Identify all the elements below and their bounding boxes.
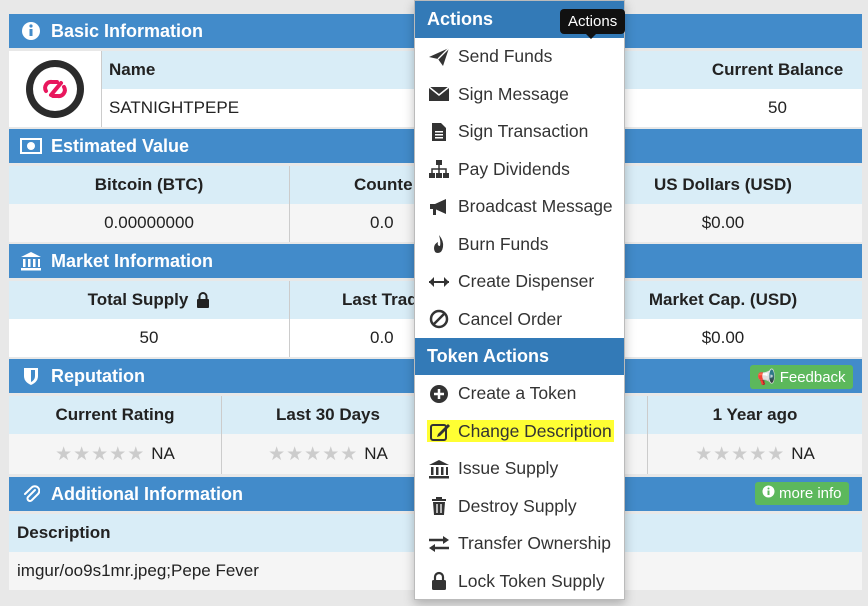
exchange-icon <box>427 533 451 555</box>
actions-dropdown-menu: Actions Send Funds Sign Message Sign Tra… <box>414 0 625 600</box>
token-actions-menu-header: Token Actions <box>415 338 624 375</box>
menu-item-label: Pay Dividends <box>458 158 570 179</box>
last30-value: NA <box>364 444 388 463</box>
menu-item-label: Create a Token <box>458 383 577 404</box>
bank-icon <box>19 249 43 273</box>
trash-icon <box>427 495 451 517</box>
edit-icon <box>429 420 453 442</box>
rating-stars: ★★★★★ <box>55 443 146 465</box>
basic-info-title: Basic Information <box>51 20 204 41</box>
paperclip-icon <box>19 482 43 506</box>
menu-item-label: Create Dispenser <box>458 271 595 292</box>
menu-item-label: Transfer Ownership <box>458 533 612 554</box>
menu-item-burn-funds[interactable]: Burn Funds <box>415 226 624 264</box>
year-ago-label: 1 Year ago <box>648 396 862 434</box>
lock-icon <box>196 292 210 308</box>
menu-item-sign-message[interactable]: Sign Message <box>415 76 624 114</box>
menu-item-send-funds[interactable]: Send Funds <box>415 38 624 76</box>
actions-tooltip: Actions <box>560 9 626 39</box>
arrows-horizontal-icon <box>427 271 451 293</box>
menu-item-label: Lock Token Supply <box>458 570 605 591</box>
menu-item-label: Send Funds <box>458 46 553 67</box>
year-ago-value: NA <box>791 444 815 463</box>
feedback-label: Feedback <box>779 368 846 386</box>
menu-item-label: Sign Message <box>458 83 569 104</box>
sitemap-icon <box>427 158 451 180</box>
rating-stars: ★★★★★ <box>268 443 359 465</box>
total-supply-label: Total Supply <box>87 290 189 309</box>
menu-item-create-dispenser[interactable]: Create Dispenser <box>415 263 624 301</box>
money-icon <box>19 134 43 158</box>
menu-item-label: Broadcast Message <box>458 196 613 217</box>
rating-stars: ★★★★★ <box>695 443 786 465</box>
menu-item-cancel-order[interactable]: Cancel Order <box>415 301 624 339</box>
envelope-icon <box>427 83 451 105</box>
menu-item-destroy-supply[interactable]: Destroy Supply <box>415 488 624 526</box>
info-circle-icon <box>762 485 775 502</box>
document-icon <box>427 121 451 143</box>
feedback-button[interactable]: 📢 Feedback <box>750 365 853 389</box>
menu-item-label: Change Description <box>458 420 612 441</box>
current-rating-cell: ★★★★★ NA <box>9 434 222 474</box>
info-icon <box>19 19 43 43</box>
menu-item-pay-dividends[interactable]: Pay Dividends <box>415 151 624 189</box>
menu-item-sign-transaction[interactable]: Sign Transaction <box>415 113 624 151</box>
menu-item-lock-token-supply[interactable]: Lock Token Supply <box>415 563 624 601</box>
menu-item-broadcast-message[interactable]: Broadcast Message <box>415 188 624 226</box>
name-value: SATNIGHTPEPE <box>109 98 240 117</box>
menu-item-label: Sign Transaction <box>458 121 589 142</box>
menu-item-issue-supply[interactable]: Issue Supply <box>415 450 624 488</box>
name-label: Name <box>109 60 156 79</box>
shield-icon <box>19 364 43 388</box>
bullhorn-icon <box>427 196 451 218</box>
last30-cell: ★★★★★ NA <box>222 434 435 474</box>
btc-value: 0.00000000 <box>9 204 290 242</box>
megaphone-icon: 📢 <box>757 369 776 386</box>
menu-item-label: Cancel Order <box>458 308 563 329</box>
additional-info-title: Additional Information <box>51 483 243 504</box>
fire-icon <box>427 233 451 255</box>
token-logo <box>9 51 102 127</box>
btc-label: Bitcoin (BTC) <box>9 166 290 204</box>
menu-item-change-description[interactable]: Change Description <box>415 413 624 451</box>
more-info-button[interactable]: more info <box>755 482 849 505</box>
year-ago-cell: ★★★★★ NA <box>648 434 862 474</box>
menu-item-create-token[interactable]: Create a Token <box>415 375 624 413</box>
ban-icon <box>427 308 451 330</box>
current-rating-value: NA <box>151 444 175 463</box>
market-info-title: Market Information <box>51 250 214 271</box>
current-rating-label: Current Rating <box>9 396 222 434</box>
bank-icon <box>427 458 451 480</box>
menu-item-label: Issue Supply <box>458 458 559 479</box>
menu-item-transfer-ownership[interactable]: Transfer Ownership <box>415 525 624 563</box>
total-supply-cell: Total Supply <box>9 281 290 319</box>
reputation-title: Reputation <box>51 365 145 386</box>
menu-item-label: Burn Funds <box>458 233 549 254</box>
estimated-value-title: Estimated Value <box>51 135 190 156</box>
total-supply-value: 50 <box>9 319 290 357</box>
last-30-days-label: Last 30 Days <box>222 396 435 434</box>
plus-circle-icon <box>427 383 451 405</box>
lock-icon <box>427 570 451 592</box>
more-info-label: more info <box>779 485 842 502</box>
menu-item-label: Destroy Supply <box>458 495 577 516</box>
highlight-mark: Change Description <box>427 420 614 443</box>
paper-plane-icon <box>427 46 451 68</box>
